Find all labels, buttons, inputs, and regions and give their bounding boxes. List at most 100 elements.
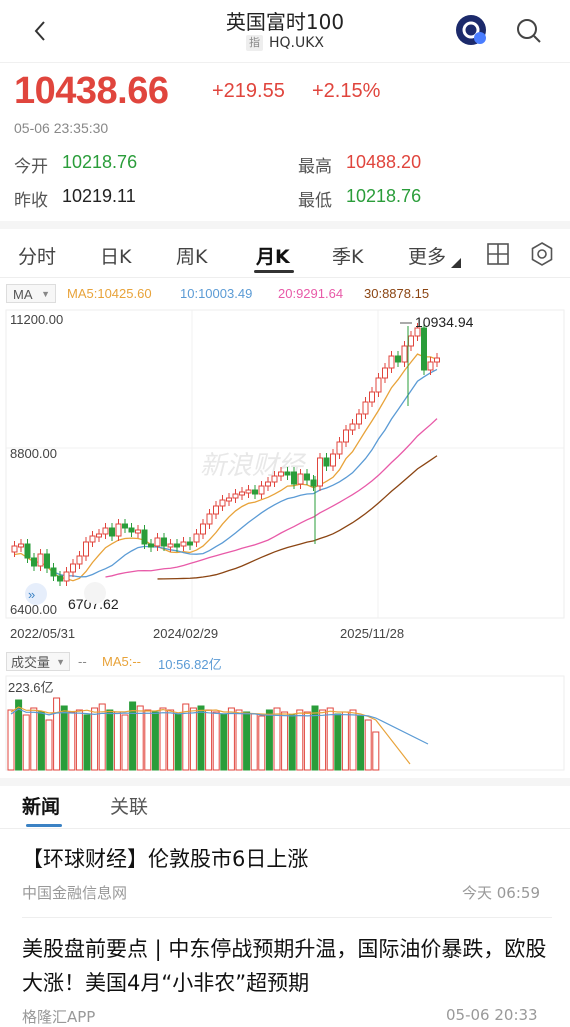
news-item[interactable]: 【环球财经】伦敦股市6日上涨 中国金融信息网 今天 06:59 xyxy=(0,836,570,918)
divider xyxy=(22,917,552,918)
divider xyxy=(0,277,570,278)
low-value: 10218.76 xyxy=(346,186,422,206)
news-title: 【环球财经】伦敦股市6日上涨 xyxy=(22,847,309,871)
volume-chart[interactable]: 223.6亿 xyxy=(0,674,570,774)
candle-body xyxy=(284,471,291,476)
candle-body xyxy=(70,563,76,573)
high-label: 最高 xyxy=(298,157,332,177)
ma-legend: MA5:10425.60 10:10003.49 20:9291.64 30:8… xyxy=(0,284,570,304)
volume-bar xyxy=(372,731,380,771)
volume-bar xyxy=(30,707,38,771)
volume-bar xyxy=(227,707,235,771)
candle-body xyxy=(89,535,96,543)
candle-body xyxy=(200,523,206,535)
tab-news[interactable]: 新闻 xyxy=(22,792,60,819)
ma5-value: MA5:10425.60 xyxy=(67,286,152,301)
volume-max-label: 223.6亿 xyxy=(8,680,54,695)
candle-body xyxy=(122,523,128,529)
tab-related[interactable]: 关联 xyxy=(110,792,148,819)
candle-body xyxy=(219,499,226,507)
candle-body xyxy=(135,529,141,534)
tab-monthly-k[interactable]: 月K xyxy=(256,242,290,269)
volume-bar xyxy=(357,715,365,771)
candle-body xyxy=(304,473,310,481)
volume-bar xyxy=(136,705,144,771)
y-tick-mid: 8800.00 xyxy=(10,446,57,461)
tab-intraday[interactable]: 分时 xyxy=(18,242,56,269)
settings-icon[interactable] xyxy=(530,242,554,266)
tab-daily-k[interactable]: 日K xyxy=(100,242,131,269)
candle-body xyxy=(96,533,102,538)
volume-legend: -- MA5:-- 10:56.82亿 xyxy=(0,652,570,672)
collapse-button[interactable]: » xyxy=(25,583,47,605)
candle-body xyxy=(102,527,109,535)
candle-body xyxy=(375,377,382,393)
candle-body xyxy=(11,545,18,553)
section-divider xyxy=(0,778,570,786)
divider xyxy=(0,828,570,829)
tab-more[interactable]: 更多 xyxy=(408,242,446,269)
volume-bar xyxy=(303,711,311,771)
candle-body xyxy=(245,489,252,494)
candle-body xyxy=(421,327,427,371)
candle-body xyxy=(427,361,434,371)
ma30-value: 30:8878.15 xyxy=(364,286,430,301)
volume-bar xyxy=(151,711,159,771)
kline-chart[interactable]: 新浪财经 11200.00 8800.00 6400.00 10934.94 6… xyxy=(0,306,570,646)
volume-bar xyxy=(121,714,129,771)
volume-bar xyxy=(91,707,99,771)
candle-body xyxy=(141,529,148,545)
tab-quarterly-k[interactable]: 季K xyxy=(332,242,363,269)
volume-bar xyxy=(68,711,76,771)
last-price: 10438.66 xyxy=(14,70,169,112)
volume-bar xyxy=(281,711,289,771)
fullscreen-button[interactable] xyxy=(84,582,106,604)
candle-body xyxy=(213,505,219,515)
volume-bar xyxy=(7,709,15,771)
candle-body xyxy=(395,355,401,363)
layout-grid-icon[interactable] xyxy=(486,242,510,266)
volume-bar xyxy=(113,711,121,771)
candle-body xyxy=(349,423,356,431)
candle-body xyxy=(278,471,284,477)
candle-body xyxy=(161,537,167,547)
volume-dash: -- xyxy=(78,654,87,669)
section-divider xyxy=(0,221,570,229)
candle-body xyxy=(18,543,24,548)
candle-body xyxy=(31,557,37,567)
candle-body xyxy=(154,537,161,547)
candle-body xyxy=(336,441,343,455)
watermark: 新浪财经 xyxy=(200,450,307,480)
volume-bar xyxy=(273,707,281,771)
candle-body xyxy=(408,335,414,347)
candle-body xyxy=(330,453,336,467)
symbol-code-text: HQ.UKX xyxy=(268,35,324,51)
volume-bar xyxy=(45,719,53,771)
candle-body xyxy=(369,391,375,403)
candle-body xyxy=(180,541,187,547)
high-value: 10488.20 xyxy=(346,152,422,172)
ai-assistant-icon[interactable] xyxy=(455,13,489,47)
active-tab-indicator xyxy=(254,270,294,273)
candle-body xyxy=(50,567,57,577)
tab-weekly-k[interactable]: 周K xyxy=(176,242,207,269)
volume-bar xyxy=(349,709,357,771)
search-icon[interactable] xyxy=(514,16,544,46)
candle-body xyxy=(44,553,50,569)
candle-body xyxy=(128,527,135,533)
x-tick-2: 2024/02/29 xyxy=(153,626,218,641)
news-title: 美股盘前要点 | 中东停战预期升温，国际油价暴跌，欧股大涨！美国4月“小非农”超… xyxy=(22,937,547,995)
candle-body xyxy=(239,491,245,496)
candle-body xyxy=(193,533,200,543)
candle-body xyxy=(271,475,278,483)
candle-body xyxy=(265,481,271,487)
volume-bar xyxy=(197,705,205,771)
candle-body xyxy=(24,543,31,559)
volume-bar xyxy=(189,707,197,771)
volume-bar xyxy=(83,714,91,771)
double-chevron-icon: » xyxy=(28,587,35,602)
price-change: +219.55 xyxy=(212,80,285,102)
news-item[interactable]: 美股盘前要点 | 中东停战预期升温，国际油价暴跌，欧股大涨！美国4月“小非农”超… xyxy=(0,920,570,1026)
candle-body xyxy=(362,401,369,415)
volume-bar xyxy=(60,705,68,771)
